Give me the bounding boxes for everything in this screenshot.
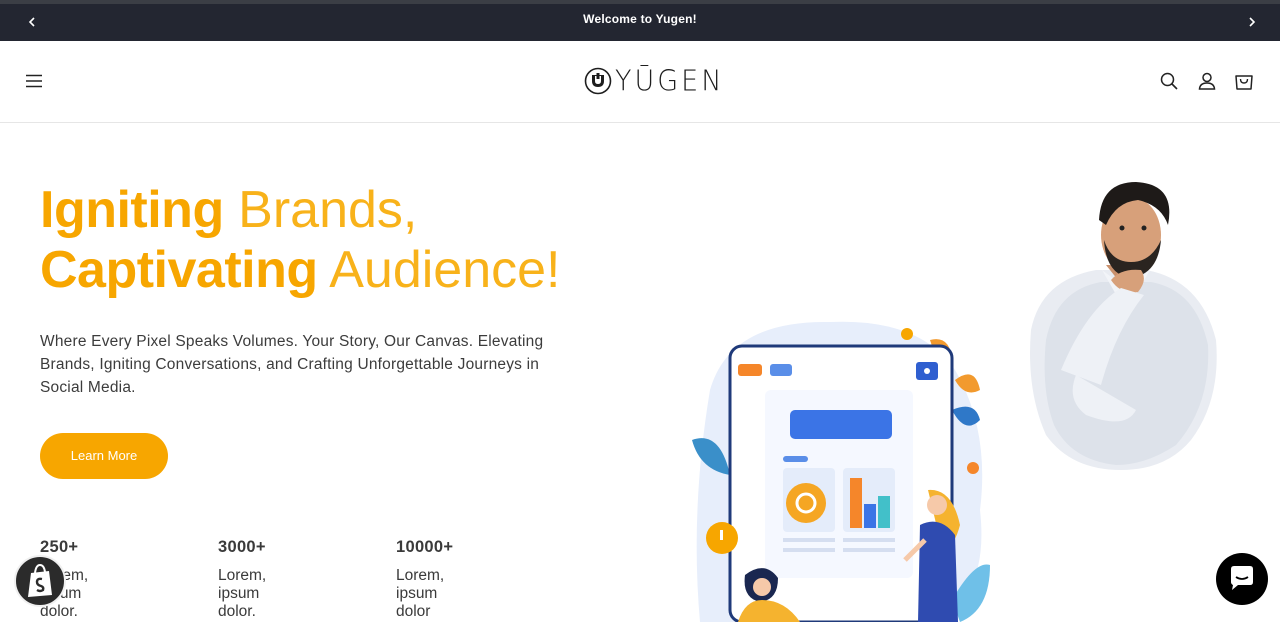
- stat-item: 3000+ Lorem, ipsum dolor.: [218, 538, 338, 621]
- announcement-text: Welcome to Yugen!: [583, 12, 697, 26]
- dashboard-illustration: [692, 321, 990, 622]
- chat-icon: [1231, 566, 1253, 590]
- chevron-right-icon[interactable]: [1240, 10, 1264, 34]
- hero-headline: Igniting Brands, Captivating Audience!: [40, 180, 600, 300]
- shopify-badge[interactable]: [14, 555, 66, 607]
- learn-more-button[interactable]: Learn More: [40, 433, 168, 479]
- site-logo[interactable]: YŪGEN: [584, 65, 724, 97]
- logo-text: YŪGEN: [615, 64, 725, 98]
- stat-desc: Lorem, ipsum dolor: [396, 567, 445, 620]
- site-header: YŪGEN: [0, 41, 1280, 123]
- chat-button[interactable]: [1216, 553, 1268, 605]
- stat-desc: Lorem, ipsum dolor.: [218, 567, 267, 620]
- headline-line2-light: Audience!: [317, 241, 561, 299]
- logo-mark-icon: [584, 67, 612, 95]
- search-icon[interactable]: [1158, 70, 1180, 92]
- stat-number: 10000+: [396, 538, 454, 556]
- hamburger-menu-icon[interactable]: [22, 69, 46, 93]
- announcement-bar: Welcome to Yugen!: [0, 4, 1280, 41]
- cart-icon[interactable]: [1233, 70, 1255, 92]
- hero-subtext: Where Every Pixel Speaks Volumes. Your S…: [40, 333, 544, 396]
- stat-number: 3000+: [218, 538, 266, 556]
- stat-number: 250+: [40, 538, 79, 556]
- headline-line1-bold: Igniting: [40, 181, 224, 239]
- thinking-man-image: [1030, 182, 1217, 470]
- headline-line2-bold: Captivating: [40, 241, 318, 299]
- shopping-bag-icon: [28, 563, 52, 597]
- account-icon[interactable]: [1196, 70, 1218, 92]
- headline-line1-light: Brands,: [223, 181, 418, 239]
- stat-item: 10000+ Lorem, ipsum dolor: [396, 538, 516, 621]
